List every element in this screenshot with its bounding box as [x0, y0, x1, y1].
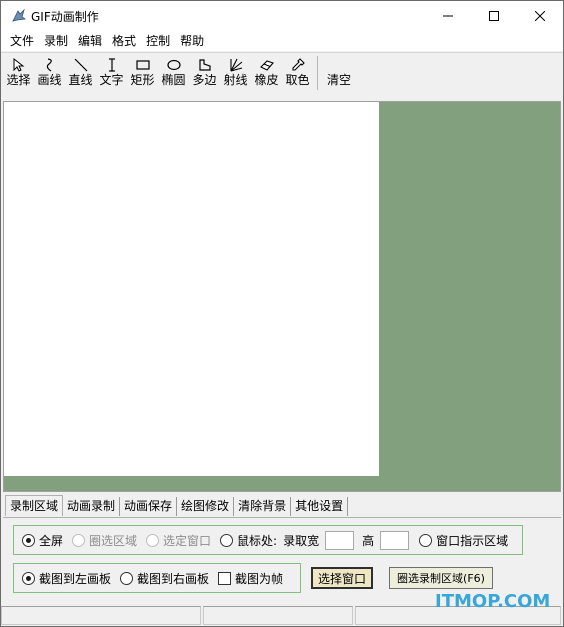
tool-freehand[interactable]: 画线	[34, 53, 65, 93]
tool-ray[interactable]: 射线	[220, 53, 251, 93]
tool-label: 画线	[37, 73, 62, 87]
straight-line-icon	[74, 58, 87, 72]
app-window: GIF动画制作 文件 录制 编辑 格式 控制 帮助 选择 画线 直线 文字 矩形…	[0, 0, 564, 627]
menu-format[interactable]: 格式	[107, 31, 141, 51]
drawing-workspace	[3, 101, 561, 492]
tab-other-settings[interactable]: 其他设置	[291, 497, 349, 516]
window-title: GIF动画制作	[31, 10, 99, 24]
tool-label: 多边	[192, 73, 217, 87]
menu-control[interactable]: 控制	[141, 31, 175, 51]
drawing-toolbar: 选择 画线 直线 文字 矩形 椭圆 多边 射线 橡皮 取色 清空	[1, 52, 563, 92]
eyedropper-icon	[291, 58, 305, 71]
select-record-region-button[interactable]: 圈选录制区域(F6)	[389, 567, 493, 589]
settings-tabs: 录制区域 动画录制 动画保存 绘图修改 清除背景 其他设置	[5, 495, 349, 517]
tool-label: 橡皮	[254, 73, 279, 87]
toolbar-separator	[317, 56, 318, 90]
tool-text[interactable]: 文字	[96, 53, 127, 93]
status-pane	[203, 606, 353, 625]
maximize-button[interactable]	[471, 1, 517, 31]
menu-help[interactable]: 帮助	[175, 31, 209, 51]
ellipse-icon	[166, 59, 181, 71]
minimize-button[interactable]	[425, 1, 471, 31]
record-height-input[interactable]	[380, 530, 410, 550]
menu-record[interactable]: 录制	[39, 31, 73, 51]
text-cursor-icon	[108, 58, 115, 72]
radio-disabled	[146, 533, 160, 547]
tool-label: 矩形	[130, 73, 155, 87]
watermark: ITMOP.COM	[435, 591, 551, 612]
option-at-mouse[interactable]: 鼠标处:	[220, 532, 277, 549]
tab-animation-record[interactable]: 动画录制	[63, 497, 121, 516]
tool-eyedropper[interactable]: 取色	[282, 53, 313, 93]
tab-animation-save[interactable]: 动画保存	[120, 497, 178, 516]
tool-rectangle[interactable]: 矩形	[127, 53, 158, 93]
polygon-icon	[198, 59, 211, 71]
ray-icon	[229, 58, 242, 72]
capture-target-group: 截图到左画板 截图到右画板 截图为帧	[13, 563, 301, 593]
option-capture-frame[interactable]: 截图为帧	[218, 570, 283, 587]
maximize-icon	[489, 11, 499, 21]
eraser-icon	[259, 60, 274, 71]
record-height-label: 高	[362, 533, 375, 548]
option-select-window: 选定窗口	[146, 532, 211, 549]
option-fullscreen[interactable]: 全屏	[22, 532, 63, 549]
radio-unchecked[interactable]	[120, 571, 134, 585]
rectangle-icon	[135, 60, 150, 70]
close-icon	[535, 11, 545, 21]
minimize-icon	[443, 15, 453, 17]
record-region-group: 全屏 圈选区域 选定窗口 鼠标处: 录取宽 高 窗口指示区域	[13, 525, 523, 555]
tab-clear-background[interactable]: 清除背景	[234, 497, 292, 516]
tool-label: 选择	[6, 73, 31, 87]
tool-ellipse[interactable]: 椭圆	[158, 53, 189, 93]
record-width-input[interactable]	[325, 530, 355, 550]
checkbox-unchecked[interactable]	[218, 571, 232, 585]
tool-polygon[interactable]: 多边	[189, 53, 220, 93]
radio-disabled	[72, 533, 86, 547]
tab-record-region[interactable]: 录制区域	[5, 495, 64, 516]
radio-checked[interactable]	[22, 533, 35, 547]
select-window-button[interactable]: 选择窗口	[311, 567, 373, 589]
close-button[interactable]	[517, 1, 563, 31]
tool-label: 射线	[223, 73, 248, 87]
tool-label: 文字	[99, 73, 124, 87]
radio-unchecked[interactable]	[220, 533, 234, 547]
tool-label: 清空	[326, 73, 351, 87]
option-capture-left[interactable]: 截图到左画板	[22, 570, 111, 587]
tab-drawing-edit[interactable]: 绘图修改	[177, 497, 235, 516]
option-window-indicator[interactable]: 窗口指示区域	[419, 532, 508, 549]
tool-label: 取色	[285, 73, 310, 87]
tool-label: 直线	[68, 73, 93, 87]
tool-label: 椭圆	[161, 73, 186, 87]
menu-edit[interactable]: 编辑	[73, 31, 107, 51]
option-circle-select: 圈选区域	[72, 532, 137, 549]
tool-select[interactable]: 选择	[3, 53, 34, 93]
title-bar: GIF动画制作	[1, 1, 563, 31]
radio-unchecked[interactable]	[419, 533, 433, 547]
tool-clear[interactable]: 清空	[322, 53, 356, 92]
record-width-label: 录取宽	[283, 533, 320, 548]
tab-divider	[3, 517, 561, 518]
tool-straight-line[interactable]: 直线	[65, 53, 96, 93]
option-capture-right[interactable]: 截图到右画板	[120, 570, 209, 587]
freehand-line-icon	[46, 58, 52, 72]
cursor-arrow-icon	[13, 58, 24, 72]
drawing-canvas[interactable]	[4, 102, 379, 476]
app-icon	[12, 8, 27, 22]
menu-bar: 文件 录制 编辑 格式 控制 帮助	[1, 31, 563, 51]
menu-file[interactable]: 文件	[5, 31, 39, 51]
radio-checked[interactable]	[22, 571, 35, 585]
status-pane	[1, 606, 201, 625]
tool-eraser[interactable]: 橡皮	[251, 53, 282, 93]
